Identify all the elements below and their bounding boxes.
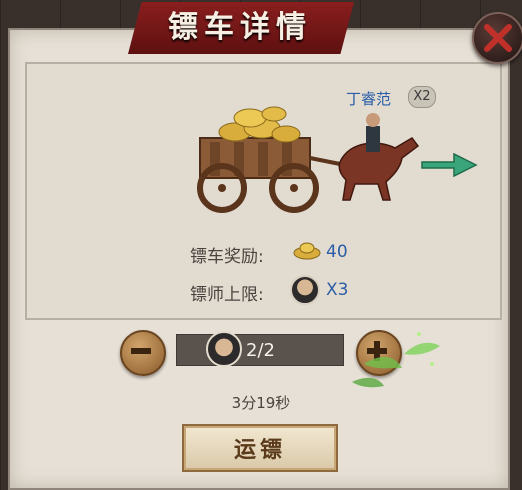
- arrow-right-icon: [421, 152, 478, 178]
- start-escort-button[interactable]: 运镖: [182, 424, 338, 472]
- close-button[interactable]: [472, 12, 522, 64]
- cooldown-timer: 3分19秒: [231, 394, 291, 412]
- reward-label: 镖车奖励:: [190, 247, 264, 267]
- leaf-sparkle-decoration: [352, 332, 440, 388]
- gold-ingot-icon: [293, 242, 321, 260]
- escort-avatar-icon: [206, 331, 242, 367]
- cart-illustration: [197, 106, 420, 213]
- escort-limit-label: 镖师上限:: [190, 285, 264, 305]
- escort-limit-value: X3: [326, 280, 349, 300]
- escort-avatar-icon: [290, 275, 320, 305]
- window-title: 镖车详情: [168, 10, 312, 45]
- escort-count: 2/2: [246, 340, 275, 361]
- reward-value: 40: [326, 242, 348, 262]
- minus-icon: [131, 348, 151, 354]
- decrease-button[interactable]: [120, 330, 166, 376]
- close-icon: [484, 24, 512, 52]
